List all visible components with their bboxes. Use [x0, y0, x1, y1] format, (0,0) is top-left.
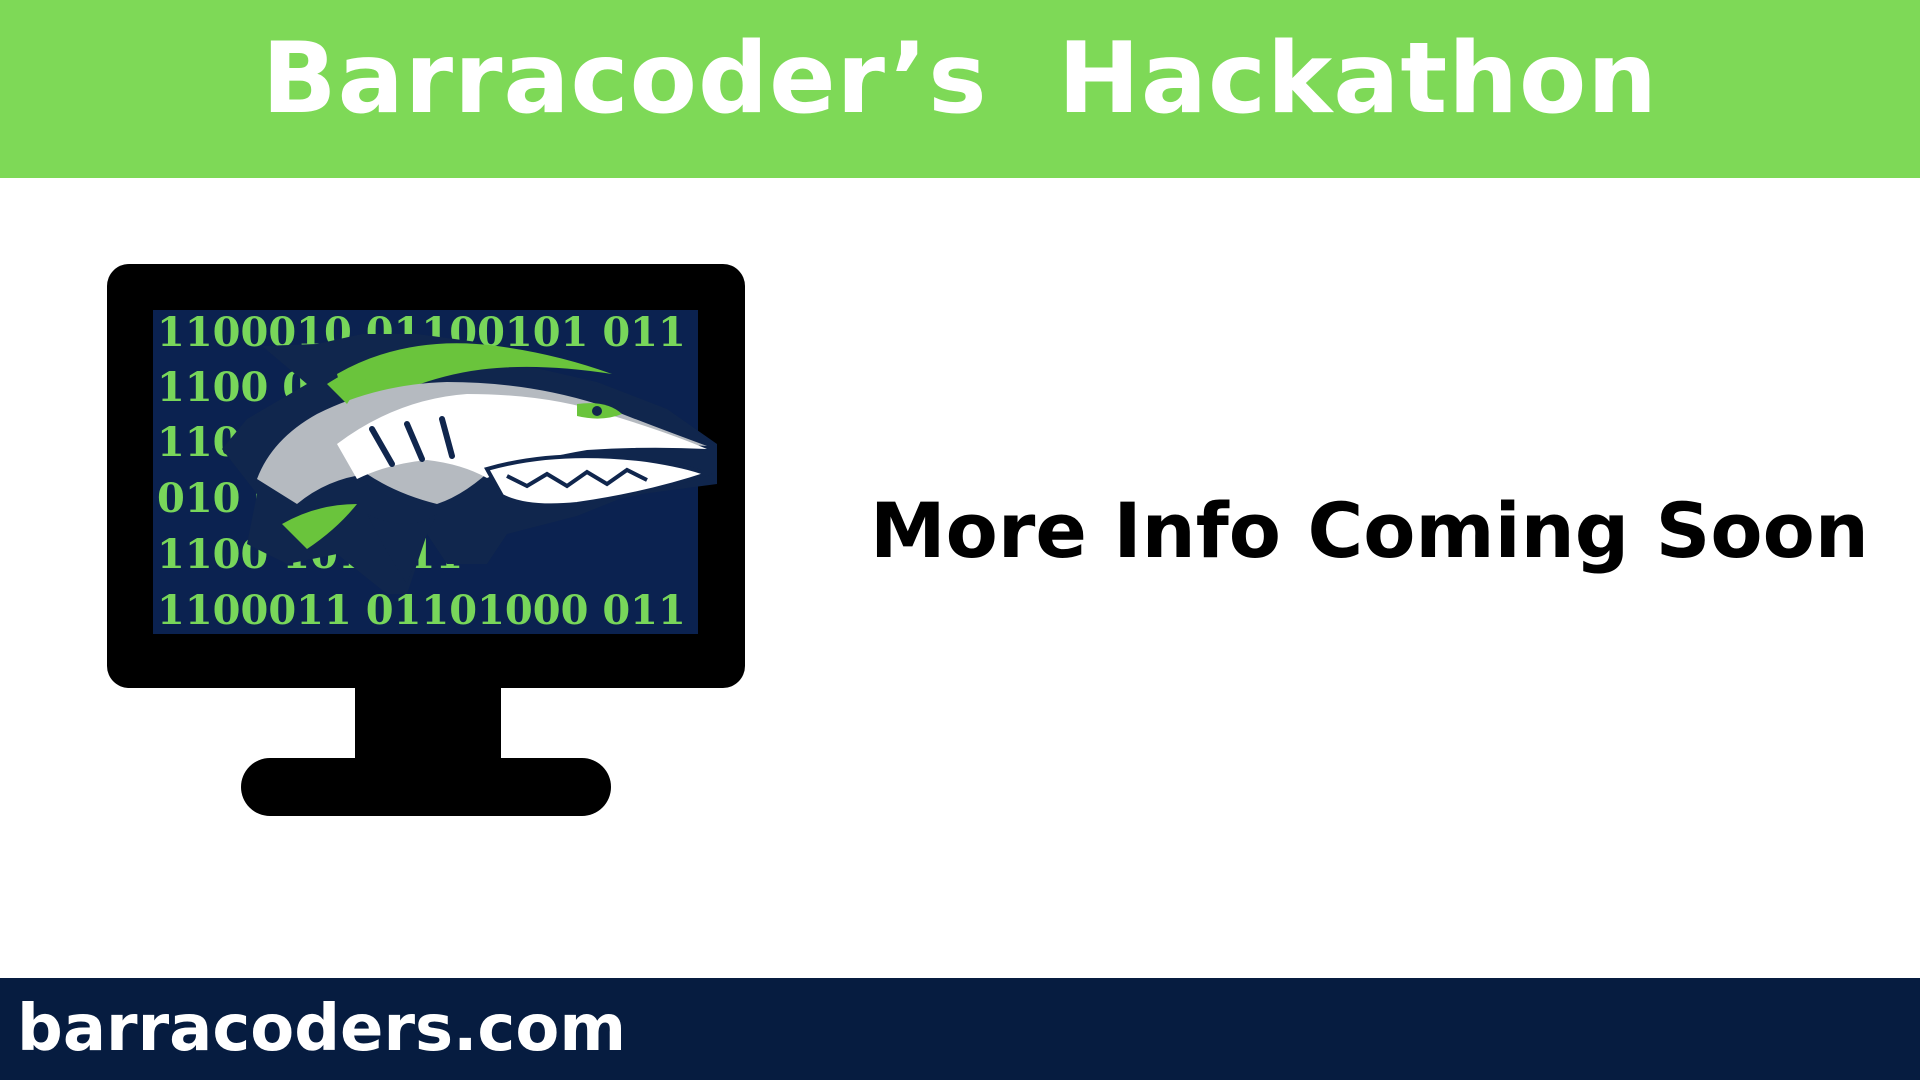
monitor-icon: 1100010 01100101 011 1100 00 011 110 011…: [107, 264, 747, 816]
coming-soon-headline: More Info Coming Soon: [870, 486, 1869, 575]
website-link[interactable]: barracoders.com: [17, 992, 626, 1066]
page: Barracoder’s Hackathon 1100010 01100101 …: [0, 0, 1920, 1080]
footer-bar: barracoders.com: [0, 978, 1920, 1080]
top-banner: Barracoder’s Hackathon: [0, 0, 1920, 178]
page-title: Barracoder’s Hackathon: [261, 22, 1659, 136]
binary-row: 1100011 01101000 011: [157, 587, 686, 634]
